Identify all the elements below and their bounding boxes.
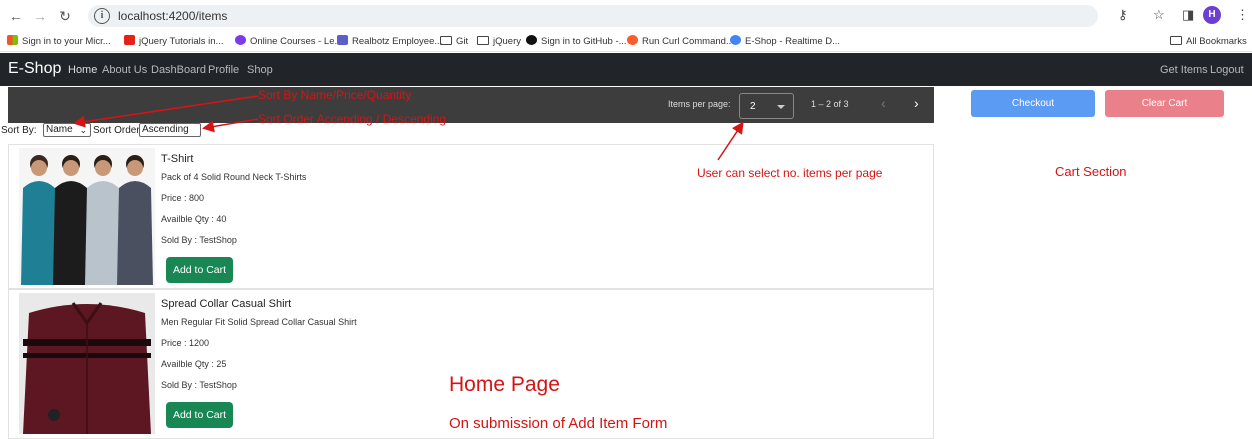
arrow-sort-order-icon (202, 118, 259, 133)
arrow-sort-by-icon (73, 95, 259, 128)
arrow-per-page-icon (717, 121, 744, 161)
annotation-arrows (73, 95, 744, 161)
